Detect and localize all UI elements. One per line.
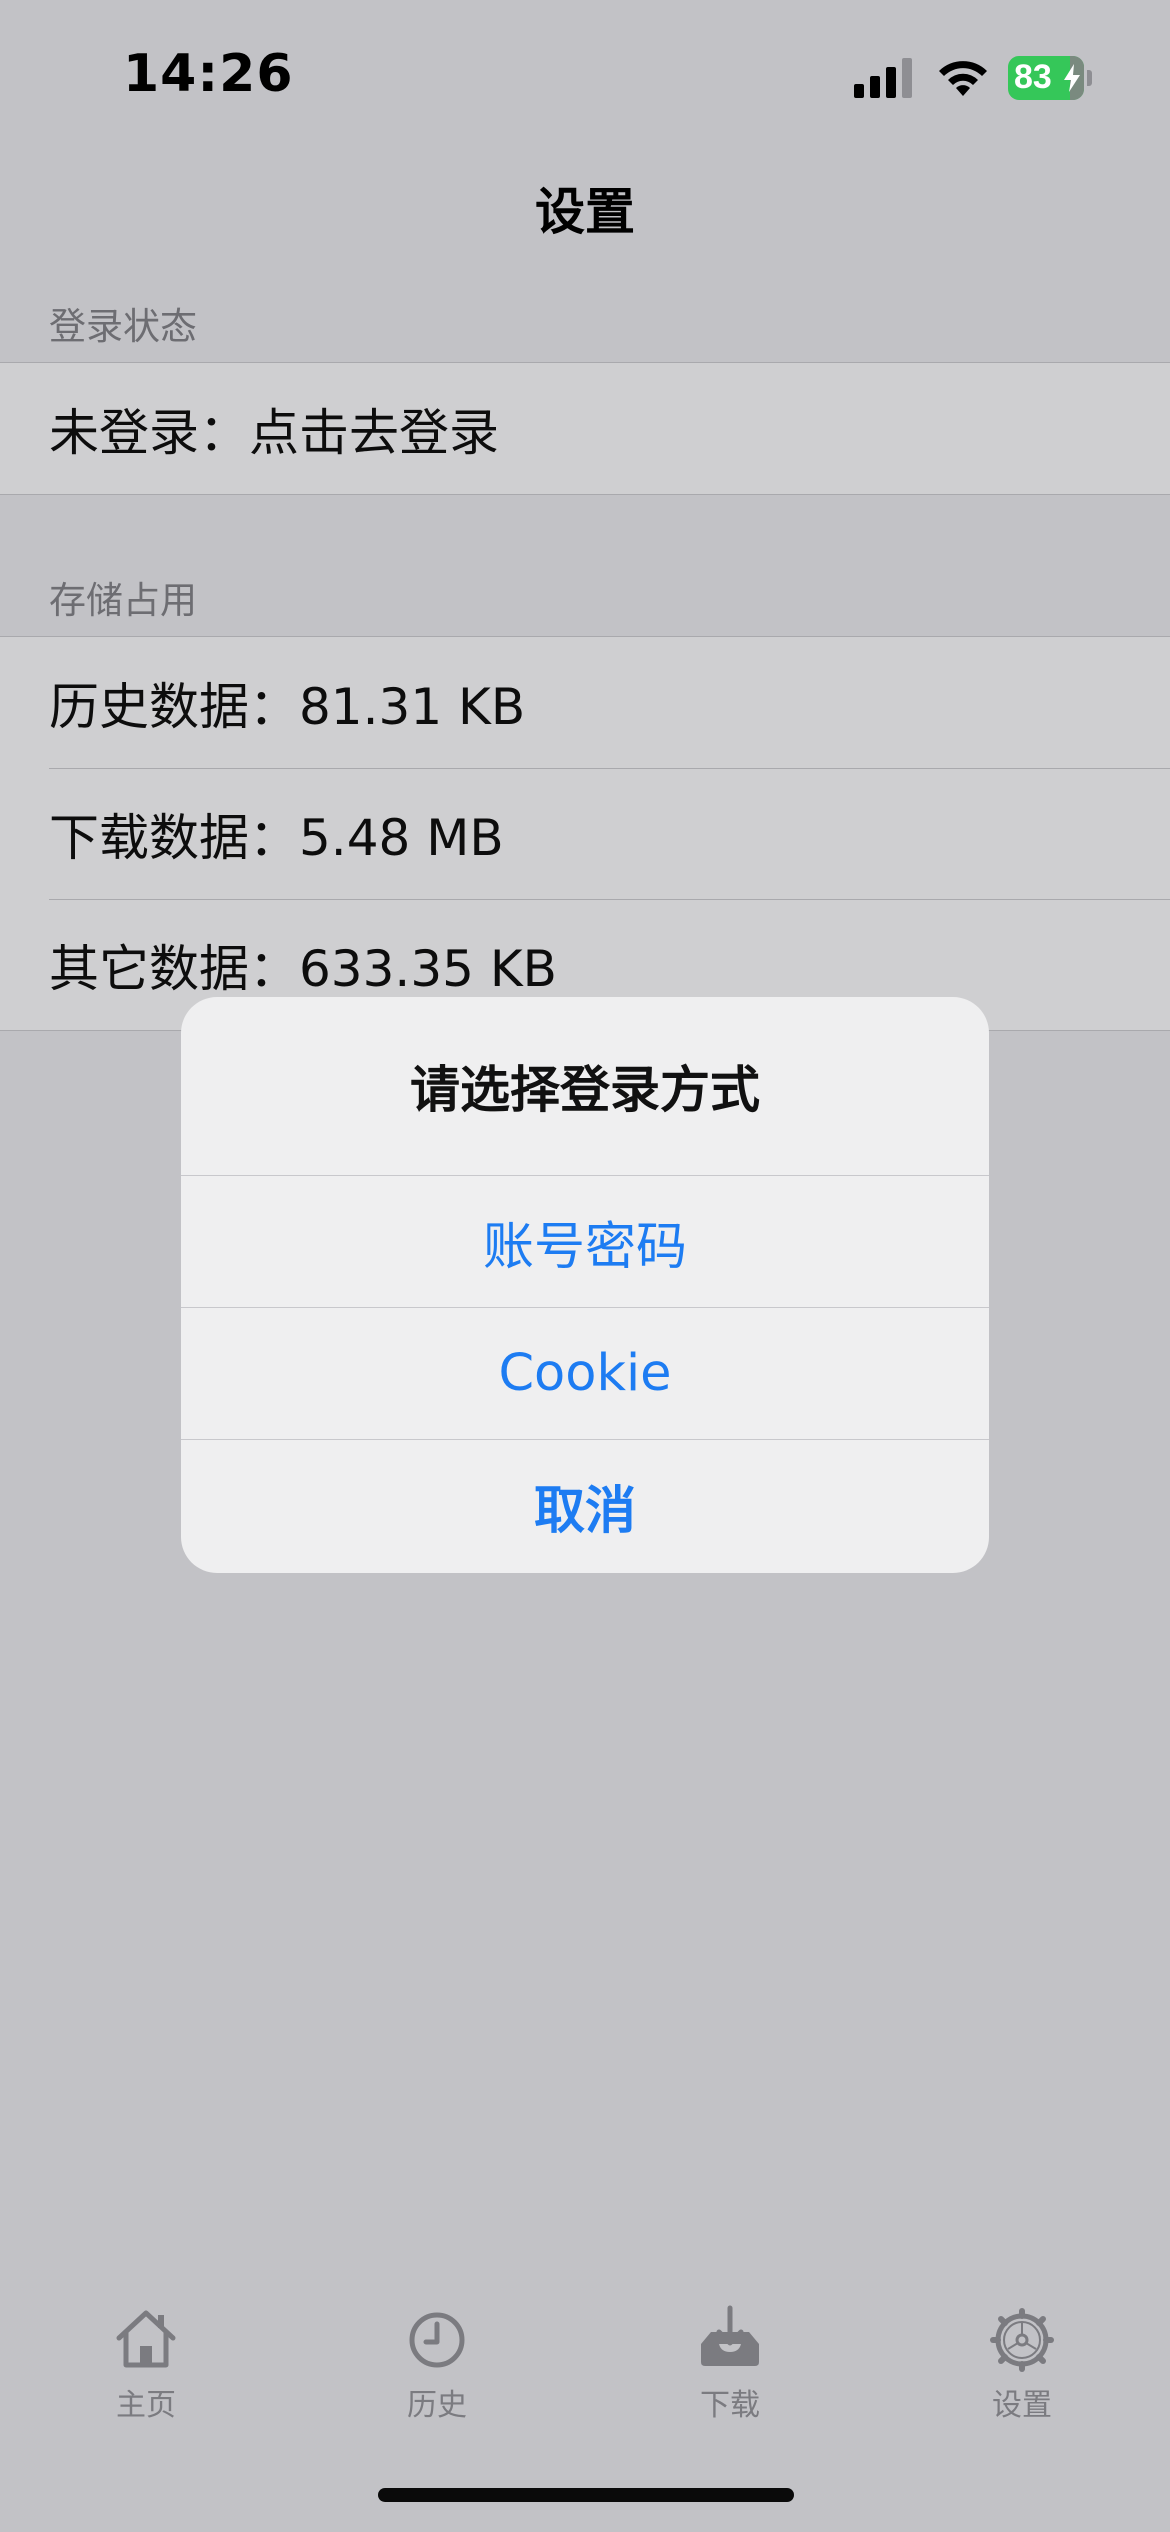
battery-charging-icon: 83 (1008, 56, 1092, 100)
login-row[interactable]: 未登录：点击去登录 (0, 363, 1170, 494)
cookie-button[interactable]: Cookie (181, 1307, 989, 1439)
login-group: 未登录：点击去登录 (0, 362, 1170, 495)
page-title: 设置 (535, 183, 635, 241)
tab-bar: 主页 历史 下载 设置 (0, 2290, 1170, 2460)
tab-downloads-label: 下载 (700, 2388, 760, 2423)
cancel-button[interactable]: 取消 (181, 1439, 989, 1571)
section-header-storage: 存储占用 (49, 579, 197, 622)
tab-home[interactable]: 主页 (56, 2304, 236, 2424)
section-header-login: 登录状态 (49, 305, 197, 348)
download-tray-icon (701, 2305, 759, 2366)
home-indicator[interactable] (378, 2488, 794, 2502)
status-bar: 14:26 83 (0, 0, 1170, 140)
alert-title: 请选择登录方式 (410, 1061, 760, 1119)
wifi-icon (939, 61, 987, 96)
bolt-icon (1064, 64, 1080, 92)
tab-history-label: 历史 (407, 2388, 467, 2423)
tab-home-label: 主页 (116, 2388, 176, 2423)
signal-icon (854, 58, 912, 98)
storage-row-history[interactable]: 历史数据：81.31 KB (0, 637, 1170, 768)
clock-icon (409, 2312, 465, 2368)
tab-settings[interactable]: 设置 (932, 2304, 1112, 2424)
login-method-alert: 请选择登录方式 账号密码 Cookie 取消 (181, 997, 989, 1573)
storage-group: 历史数据：81.31 KB 下载数据：5.48 MB 其它数据：633.35 K… (0, 636, 1170, 1031)
gear-icon (990, 2308, 1054, 2372)
battery-level: 83 (1014, 58, 1052, 96)
home-icon (116, 2310, 176, 2368)
tab-downloads[interactable]: 下载 (640, 2304, 820, 2424)
tab-history[interactable]: 历史 (347, 2304, 527, 2424)
tab-settings-label: 设置 (992, 2388, 1052, 2423)
status-time: 14:26 (123, 44, 294, 104)
account-password-button[interactable]: 账号密码 (181, 1175, 989, 1307)
storage-row-downloads[interactable]: 下载数据：5.48 MB (0, 768, 1170, 899)
